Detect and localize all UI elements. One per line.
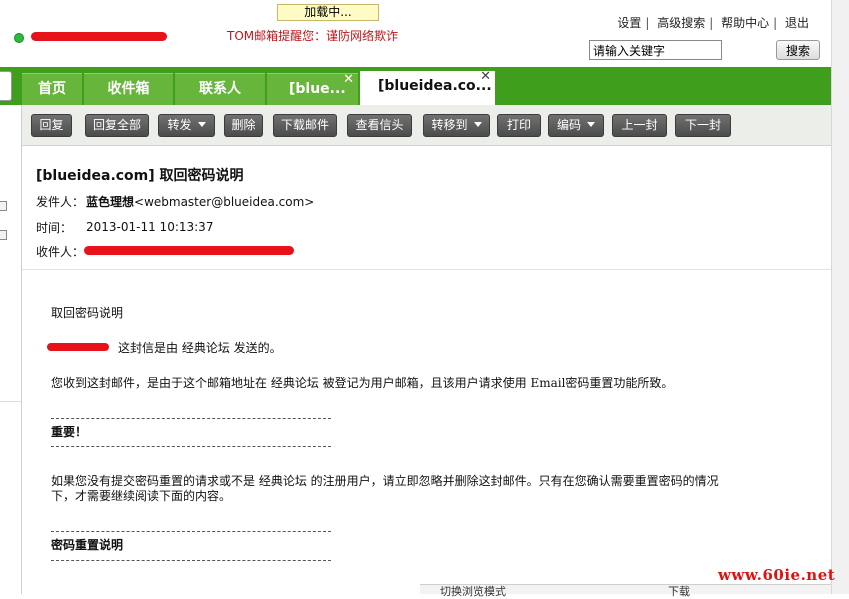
to-label: 收件人： (36, 245, 85, 259)
from-label: 发件人： (36, 195, 85, 209)
online-status-icon (14, 33, 24, 43)
tab-mail-active[interactable]: [blueidea.co... ✕ (360, 70, 495, 105)
forward-button[interactable]: 转发 (158, 114, 215, 137)
chevron-down-icon (587, 122, 595, 127)
reply-all-button[interactable]: 回复全部 (85, 114, 149, 137)
reset-heading: 密码重置说明 (51, 538, 124, 552)
divider (51, 418, 331, 419)
from-value: 蓝色理想<webmaster@blueidea.com> (86, 193, 314, 210)
chevron-down-icon (473, 122, 482, 127)
security-notice: TOM邮箱提醒您：谨防网络欺诈 (227, 29, 399, 43)
help-center-link[interactable]: 帮助中心 (721, 16, 769, 30)
print-button[interactable]: 打印 (497, 114, 541, 137)
time-label: 时间： (36, 221, 73, 235)
encoding-button[interactable]: 编码 (548, 114, 604, 137)
divider (51, 531, 331, 532)
delete-button[interactable]: 删除 (224, 114, 263, 137)
button-label: 查看信头 (355, 118, 404, 132)
logout-link[interactable]: 退出 (785, 16, 809, 30)
mail-subject: [blueidea.com] 取回密码说明 (36, 168, 244, 184)
button-label: 回复 (39, 118, 64, 132)
chevron-down-icon (197, 122, 206, 127)
sidebar-toggle[interactable] (0, 71, 12, 101)
body-line-reason: 您收到这封邮件，是由于这个邮箱地址在 经典论坛 被登记为用户邮箱，且该用户请求使… (51, 376, 674, 390)
button-label: 回复全部 (92, 118, 141, 132)
button-label: 转发 (167, 118, 192, 132)
body-para-2: 下，才需要继续阅读下面的内容。 (51, 489, 232, 503)
top-links: 设置 | 高级搜索 | 帮助中心 | 退出 (617, 16, 809, 30)
button-label: 上一封 (621, 118, 658, 132)
tab-label: 联系人 (199, 81, 241, 97)
tab-home[interactable]: 首页 (22, 73, 82, 105)
scrollbar[interactable] (831, 0, 849, 594)
tab-label: [blue... (289, 81, 346, 97)
close-icon[interactable]: ✕ (343, 73, 354, 87)
watermark: www.60ie.net (718, 566, 836, 584)
view-header-button[interactable]: 查看信头 (347, 114, 412, 137)
tab-label: 首页 (38, 81, 66, 97)
redacted-recipient (84, 246, 294, 255)
tab-label: [blueidea.co... (378, 78, 492, 94)
tab-inbox[interactable]: 收件箱 (84, 73, 173, 105)
loading-indicator: 加载中... (277, 4, 379, 21)
button-label: 下一封 (684, 118, 721, 132)
body-line-title: 取回密码说明 (51, 306, 124, 320)
button-label: 编码 (556, 118, 581, 132)
redacted-username (31, 32, 167, 41)
header-divider (22, 269, 831, 270)
button-label: 转移到 (431, 118, 468, 132)
download-status[interactable]: 下载 (668, 583, 690, 599)
folder-icon[interactable] (0, 201, 7, 211)
settings-link[interactable]: 设置 (617, 16, 641, 30)
reply-button[interactable]: 回复 (31, 114, 72, 137)
advanced-search-link[interactable]: 高级搜索 (657, 16, 705, 30)
button-label: 下载邮件 (280, 118, 329, 132)
sidebar-edge (0, 105, 22, 594)
sender-name: 蓝色理想 (86, 195, 135, 209)
important-heading: 重要！ (51, 425, 88, 439)
previous-mail-button[interactable]: 上一封 (612, 114, 667, 137)
browse-mode-toggle[interactable]: 切换浏览模式 (440, 583, 506, 599)
folder-icon[interactable] (0, 230, 7, 240)
button-label: 打印 (506, 118, 531, 132)
body-line-sender: 这封信是由 经典论坛 发送的。 (118, 341, 282, 355)
search-button[interactable]: 搜索 (776, 40, 820, 60)
sender-address[interactable]: <webmaster@blueidea.com> (134, 195, 314, 209)
tab-contacts[interactable]: 联系人 (175, 73, 265, 105)
divider (51, 560, 331, 561)
divider (0, 401, 21, 402)
close-icon[interactable]: ✕ (480, 70, 491, 84)
tab-mail-1[interactable]: [blue... ✕ (267, 73, 358, 105)
divider (51, 446, 331, 447)
tab-label: 收件箱 (107, 81, 150, 97)
time-value: 2013-01-11 10:13:37 (86, 220, 214, 234)
download-mail-button[interactable]: 下载邮件 (273, 114, 337, 137)
redacted-username-body (47, 343, 109, 351)
button-label: 删除 (231, 118, 256, 132)
next-mail-button[interactable]: 下一封 (675, 114, 731, 137)
search-input[interactable] (589, 40, 722, 60)
move-to-button[interactable]: 转移到 (423, 114, 490, 137)
